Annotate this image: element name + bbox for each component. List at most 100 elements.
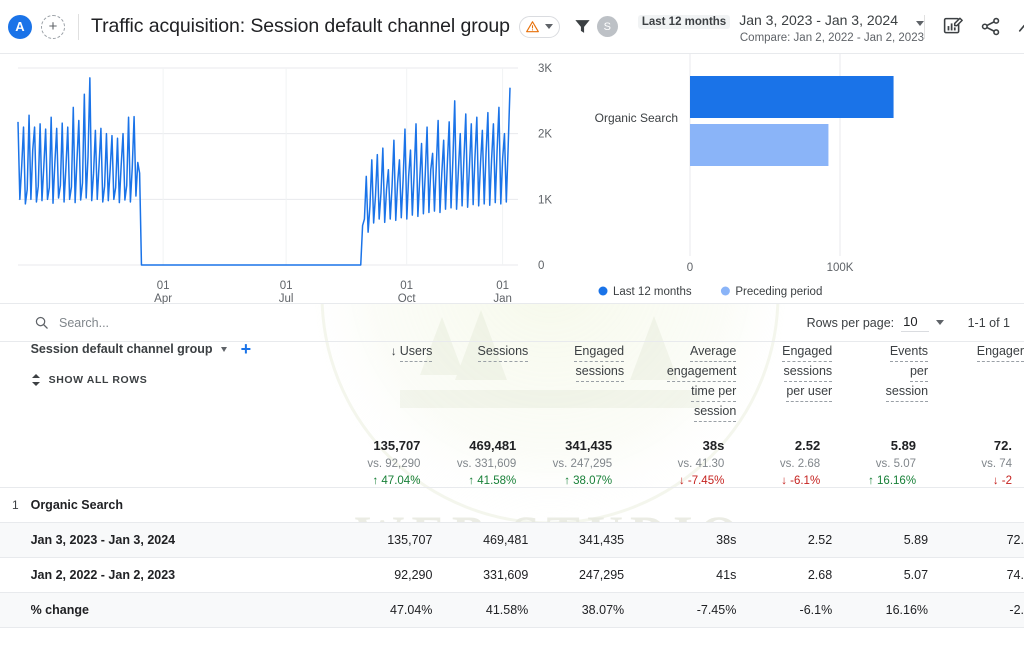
comparison-avatar[interactable]: S	[596, 16, 618, 37]
line-chart-y-tick: 1K	[538, 194, 552, 206]
table-cell	[736, 487, 833, 523]
users-line-chart[interactable]: 0 1K 2K 3K 01 Apr 01 Jul 01 Oct 01 Jan	[0, 54, 580, 305]
line-chart-x-tick: 01	[400, 280, 413, 292]
row-index: 1	[0, 487, 31, 523]
table-header: Session default channel group + SHOW ALL…	[0, 340, 1024, 438]
table-cell: 135,707	[336, 522, 433, 558]
funnel-icon[interactable]	[573, 17, 592, 36]
line-chart-x-axis-labels: 01Apr01Jul01Oct01Jan	[154, 280, 512, 305]
add-comparison-button[interactable]: +	[41, 14, 65, 39]
row-index	[0, 557, 31, 593]
report-table-container: Session default channel group + SHOW ALL…	[0, 340, 1024, 628]
column-header-line: session	[693, 402, 737, 422]
table-cell: 247,295	[528, 557, 625, 593]
column-header-engaged_sessions[interactable]: Engaged sessions	[528, 342, 625, 438]
add-dimension-button[interactable]: +	[241, 340, 252, 358]
table-cell: -6.1%	[736, 592, 833, 628]
line-chart-x-tick: Jul	[279, 293, 294, 304]
table-subrow[interactable]: Jan 3, 2023 - Jan 3, 2024 135,707 469,481 3…	[0, 522, 1024, 558]
charts-section: 0 1K 2K 3K 01 Apr 01 Jul 01 Oct 01 Jan Organic Sea…	[0, 54, 1024, 305]
summary-cell: 38s vs. 41.30 ↓ -7.45%	[624, 438, 737, 488]
table-cell: -2.	[928, 592, 1024, 628]
table-cell: 41.58%	[432, 592, 529, 628]
column-header-engagement_rate[interactable]: Engager	[928, 342, 1024, 438]
column-header-line: sessions	[575, 362, 625, 382]
data-warning-chip[interactable]	[518, 15, 560, 38]
dimension-name[interactable]: Session default channel group	[31, 342, 213, 356]
search-input[interactable]	[59, 315, 319, 330]
show-all-rows-button[interactable]: SHOW ALL ROWS	[31, 373, 337, 387]
row-index	[0, 522, 31, 558]
column-header-line: per user	[786, 382, 833, 402]
summary-value: 38s	[702, 438, 725, 453]
date-compare-text: Compare: Jan 2, 2022 - Jan 2, 2023	[739, 31, 924, 44]
table-cell: -7.45%	[624, 592, 737, 628]
summary-cell: 5.89 vs. 5.07 ↑ 16.16%	[832, 438, 929, 488]
column-header-line: engagement	[666, 362, 737, 382]
summary-cell: 135,707 vs. 92,290 ↑ 47.04%	[336, 438, 433, 488]
table-row[interactable]: 1 Organic Search	[0, 487, 1024, 523]
table-cell: 72.	[928, 522, 1024, 558]
header-actions	[924, 14, 1024, 39]
column-header-line: per	[909, 362, 929, 382]
line-chart-x-tick: Oct	[398, 293, 417, 304]
report-table: Session default channel group + SHOW ALL…	[0, 340, 1024, 628]
summary-cell: 2.52 vs. 2.68 ↓ -6.1%	[736, 438, 833, 488]
bar-chart-svg: Organic Search 0 100K Last 12 months Prece…	[595, 54, 894, 298]
table-subrow[interactable]: Jan 2, 2022 - Jan 2, 2023 92,290 331,609 24…	[0, 557, 1024, 593]
bar-chart-legend-label: Preceding period	[735, 286, 822, 298]
table-cell: 2.68	[736, 557, 833, 593]
table-cell	[432, 487, 529, 523]
table-cell	[832, 487, 929, 523]
table-cell: 47.04%	[336, 592, 433, 628]
bar-last-12-months[interactable]	[690, 76, 894, 118]
account-avatar[interactable]: A	[8, 14, 32, 39]
line-chart-y-axis-labels: 0 1K 2K 3K	[538, 63, 552, 272]
channel-bar-chart[interactable]: Organic Search 0 100K Last 12 months Prece…	[580, 54, 1024, 303]
summary-previous: vs. 74	[981, 458, 1012, 470]
rows-per-page-value[interactable]: 10	[901, 314, 929, 332]
row-dimension-name[interactable]: Organic Search	[30, 487, 337, 523]
column-header-line: Events	[889, 342, 929, 362]
column-header-line: Engaged	[782, 342, 833, 362]
summary-previous: vs. 247,295	[552, 458, 613, 470]
column-header-users[interactable]: ↓ Users	[337, 342, 433, 438]
analytics-report-page: WEB CREEK WEB STUDIO A + Traffic acquisi…	[0, 0, 1024, 650]
column-header-avg_engagement_time[interactable]: Average engagement time per session	[624, 342, 737, 438]
column-header-events_per_session[interactable]: Events per session	[832, 342, 929, 438]
summary-cell: 469,481 vs. 331,609 ↑ 41.58%	[432, 438, 529, 488]
bar-chart-bars	[690, 76, 894, 166]
date-range-selector[interactable]: Last 12 months Jan 3, 2023 - Jan 3, 2024…	[637, 10, 924, 44]
column-header-sessions[interactable]: Sessions	[432, 342, 529, 438]
subrow-label: Jan 2, 2022 - Jan 2, 2023	[30, 557, 337, 593]
table-cell: 2.52	[736, 522, 833, 558]
dimension-header: Session default channel group + SHOW ALL…	[31, 340, 337, 438]
summary-row: 135,707 vs. 92,290 ↑ 47.04% 469,481 vs. 331,…	[0, 438, 1024, 488]
page-title: Traffic acquisition: Session default cha…	[91, 15, 510, 37]
column-header-line: Users	[399, 342, 433, 362]
summary-value: 469,481	[469, 438, 517, 453]
bar-chart-category-label: Organic Search	[595, 111, 678, 125]
bar-chart-category-labels: Organic Search	[595, 111, 678, 125]
rows-per-page-control[interactable]: Rows per page: 10	[807, 314, 944, 332]
table-cell: 469,481	[432, 522, 529, 558]
table-cell: 331,609	[432, 557, 529, 593]
column-header-line: sessions	[783, 362, 833, 382]
table-cell	[624, 487, 737, 523]
insights-icon[interactable]	[1018, 16, 1024, 37]
chevron-down-icon[interactable]	[220, 346, 227, 352]
summary-delta: ↑ 16.16%	[868, 475, 917, 487]
summary-delta: ↓ -6.1%	[781, 475, 821, 487]
line-chart-x-tick: Apr	[154, 293, 172, 304]
table-cell: 5.07	[832, 557, 929, 593]
bar-chart-x-tick: 0	[687, 262, 693, 274]
summary-delta: ↓ -7.45%	[678, 475, 725, 487]
table-subrow[interactable]: % change 47.04% 41.58% 38.07% -7.45% -6.1% 16.…	[0, 592, 1024, 628]
edit-chart-icon[interactable]	[942, 16, 963, 37]
search-container[interactable]	[34, 315, 807, 330]
summary-delta: ↑ 38.07%	[564, 475, 613, 487]
share-icon[interactable]	[980, 16, 1001, 37]
table-cell: 38.07%	[528, 592, 625, 628]
bar-preceding-period[interactable]	[690, 124, 829, 166]
column-header-engaged_per_user[interactable]: Engaged sessions per user	[736, 342, 833, 438]
